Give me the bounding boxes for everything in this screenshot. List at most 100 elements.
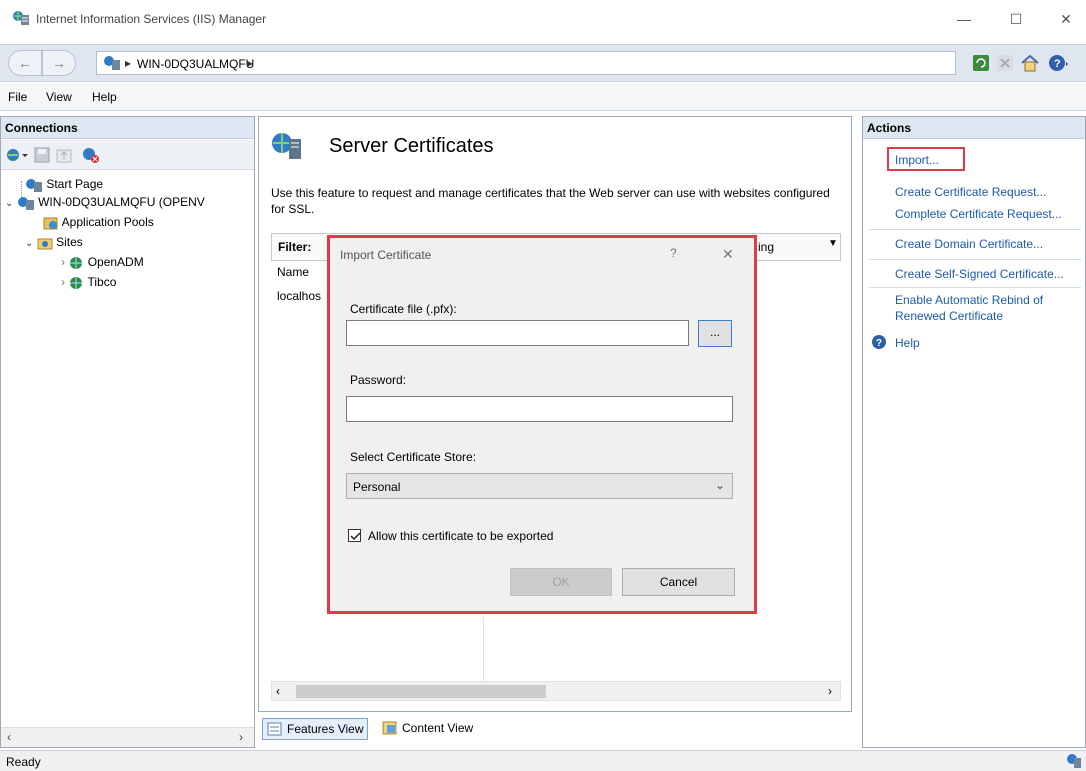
- cert-store-select[interactable]: Personal ⌄: [346, 473, 733, 499]
- tree-start-page[interactable]: Start Page: [25, 177, 103, 192]
- password-input[interactable]: [346, 396, 733, 422]
- tab-features-view[interactable]: Features View: [262, 718, 369, 740]
- allow-export-checkbox[interactable]: [348, 529, 361, 542]
- status-text: Ready: [6, 755, 41, 769]
- help-icon[interactable]: ?: [1048, 54, 1068, 72]
- save-icon[interactable]: [33, 146, 51, 164]
- start-page-icon: [25, 178, 43, 192]
- back-button[interactable]: ←: [8, 50, 42, 76]
- chevron-down-icon[interactable]: ⌄: [25, 238, 33, 249]
- disconnect-icon[interactable]: [81, 146, 101, 164]
- scroll-right-icon[interactable]: ›: [828, 684, 832, 698]
- chevron-down-icon: ⌄: [715, 478, 726, 492]
- stop-icon[interactable]: [996, 54, 1014, 72]
- connections-tree: Start Page ⌄ WIN-0DQ3UALMQFU (OPENV Appl…: [1, 171, 254, 727]
- actions-panel: Actions Import... Create Certificate Req…: [862, 116, 1086, 748]
- scroll-right-icon[interactable]: ›: [239, 730, 243, 744]
- chevron-right-icon[interactable]: ›: [61, 255, 65, 269]
- address-bar: ← → ▸ WIN-0DQ3UALMQFU ▸ ?: [0, 44, 1086, 82]
- action-import[interactable]: Import...: [895, 153, 939, 167]
- filter-label: Filter:: [278, 240, 312, 254]
- main-hscrollbar[interactable]: ‹ ›: [271, 681, 841, 701]
- scroll-left-icon[interactable]: ‹: [276, 684, 280, 698]
- action-complete-certificate-request[interactable]: Complete Certificate Request...: [895, 207, 1062, 221]
- browse-button[interactable]: ...: [698, 320, 732, 347]
- iis-app-icon: [12, 10, 30, 26]
- tree-label: Application Pools: [61, 215, 154, 229]
- close-button[interactable]: ✕: [1046, 6, 1086, 32]
- cancel-button[interactable]: Cancel: [622, 568, 735, 596]
- dialog-title: Import Certificate: [340, 248, 432, 262]
- content-view-icon: [382, 721, 398, 735]
- globe-icon: [68, 256, 84, 270]
- help-icon: ?: [871, 334, 887, 350]
- table-row[interactable]: localhos: [277, 289, 321, 303]
- column-divider: [483, 617, 484, 681]
- tree-label: Sites: [56, 235, 83, 249]
- home-icon[interactable]: [1020, 53, 1040, 73]
- features-view-icon: [267, 722, 283, 736]
- action-enable-automatic-rebind[interactable]: Enable Automatic Rebind of Renewed Certi…: [895, 292, 1079, 324]
- cert-file-input[interactable]: [346, 320, 689, 346]
- dialog-help-button[interactable]: ?: [670, 246, 677, 260]
- forward-button[interactable]: →: [42, 50, 76, 76]
- page-description: Use this feature to request and manage c…: [271, 186, 830, 216]
- menu-help[interactable]: Help: [92, 90, 117, 104]
- tree-app-pools[interactable]: Application Pools: [43, 215, 154, 230]
- svg-text:?: ?: [876, 338, 882, 349]
- dialog-close-button[interactable]: ✕: [722, 246, 734, 263]
- scroll-thumb[interactable]: [296, 685, 546, 698]
- status-server-icon: [1066, 753, 1082, 769]
- connections-hscrollbar[interactable]: ‹ ›: [1, 727, 254, 747]
- scroll-left-icon[interactable]: ‹: [7, 730, 11, 744]
- chevron-right-icon[interactable]: ›: [61, 275, 65, 289]
- content-view-label: Content View: [402, 721, 474, 735]
- column-header-name[interactable]: Name: [277, 265, 309, 279]
- cert-store-value: Personal: [353, 480, 401, 494]
- title-bar: Internet Information Services (IIS) Mana…: [0, 0, 1086, 38]
- status-bar: Ready: [0, 750, 1086, 771]
- action-separator: [869, 229, 1081, 230]
- server-certificates-icon: [271, 131, 305, 161]
- refresh-icon[interactable]: [972, 54, 990, 72]
- server-icon: [17, 196, 35, 210]
- minimize-button[interactable]: —: [944, 6, 984, 32]
- connections-panel: Connections Start Page ⌄ WIN-0DQ3UALMQFU…: [0, 116, 255, 748]
- tree-sites[interactable]: ⌄ Sites: [25, 235, 83, 250]
- cert-file-label: Certificate file (.pfx):: [350, 302, 457, 316]
- connections-toolbar: [1, 140, 254, 170]
- action-create-certificate-request[interactable]: Create Certificate Request...: [895, 185, 1046, 199]
- tree-label: OpenADM: [87, 255, 144, 269]
- chevron-down-icon[interactable]: ⌄: [5, 198, 13, 209]
- action-separator: [869, 287, 1081, 288]
- maximize-button[interactable]: ☐: [996, 6, 1036, 32]
- features-view-label: Features View: [287, 722, 364, 736]
- menu-bar: File View Help: [0, 84, 1086, 111]
- breadcrumb-arrow: ▸: [125, 56, 132, 70]
- ok-button[interactable]: OK: [510, 568, 612, 596]
- action-help[interactable]: Help: [895, 336, 920, 350]
- password-label: Password:: [350, 373, 407, 387]
- breadcrumb-arrow: ▸: [247, 56, 254, 70]
- actions-header: Actions: [863, 117, 1085, 139]
- address-path[interactable]: ▸ WIN-0DQ3UALMQFU ▸: [96, 51, 956, 75]
- menu-view[interactable]: View: [46, 90, 72, 104]
- allow-export-label[interactable]: Allow this certificate to be exported: [368, 529, 553, 543]
- connect-icon[interactable]: [5, 146, 29, 164]
- breadcrumb-server[interactable]: WIN-0DQ3UALMQFU: [137, 57, 254, 71]
- svg-text:?: ?: [1054, 58, 1061, 70]
- tree-site-tibco[interactable]: › Tibco: [61, 275, 116, 290]
- action-create-domain-certificate[interactable]: Create Domain Certificate...: [895, 237, 1043, 251]
- server-icon: [103, 55, 121, 71]
- tree-server[interactable]: ⌄ WIN-0DQ3UALMQFU (OPENV: [5, 195, 205, 210]
- up-level-icon[interactable]: [55, 146, 73, 164]
- import-certificate-dialog: Import Certificate ? ✕ Certificate file …: [327, 235, 757, 614]
- tree-site-openadm[interactable]: › OpenADM: [61, 255, 144, 270]
- window-title: Internet Information Services (IIS) Mana…: [36, 12, 267, 26]
- tab-content-view[interactable]: Content View: [378, 718, 477, 740]
- tree-label: Start Page: [46, 177, 104, 191]
- menu-file[interactable]: File: [8, 90, 27, 104]
- grouping-label[interactable]: ing: [758, 240, 774, 254]
- grouping-dropdown-arrow[interactable]: ▼: [828, 238, 838, 249]
- action-create-self-signed-certificate[interactable]: Create Self-Signed Certificate...: [895, 267, 1064, 281]
